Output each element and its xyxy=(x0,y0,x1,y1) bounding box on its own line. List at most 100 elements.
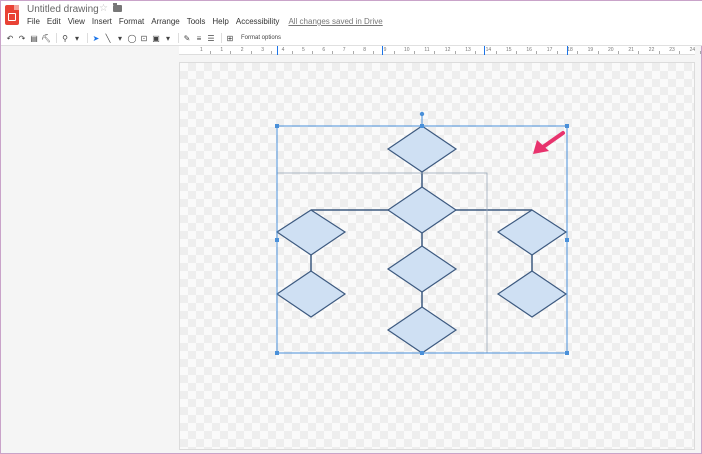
menu-arrange[interactable]: Arrange xyxy=(151,17,179,26)
shape-icon[interactable]: ◯ xyxy=(127,33,137,44)
resize-handle-ne[interactable] xyxy=(565,124,569,128)
resize-handle-n[interactable] xyxy=(420,124,424,128)
ruler-tick xyxy=(210,51,211,54)
ruler-tick xyxy=(250,51,252,54)
saved-status-link[interactable]: All changes saved in Drive xyxy=(288,17,382,26)
line-dash-icon[interactable]: ☰ xyxy=(206,33,216,44)
ruler-label: 2 xyxy=(240,47,244,53)
rotation-handle[interactable] xyxy=(419,111,425,117)
add-comment-icon[interactable]: ⊞ xyxy=(225,33,235,44)
resize-handle-se[interactable] xyxy=(565,351,569,355)
ruler-label: 8 xyxy=(363,47,366,53)
resize-handle-nw[interactable] xyxy=(275,124,279,128)
image-dropdown-icon[interactable]: ▾ xyxy=(163,33,173,44)
menu-bar: File Edit View Insert Format Arrange Too… xyxy=(27,17,390,26)
ruler-tick xyxy=(352,51,354,54)
ruler-label: 4 xyxy=(281,47,285,53)
ruler-label: 1 xyxy=(220,47,224,53)
ruler-label: 7 xyxy=(342,47,346,53)
ruler-tick xyxy=(597,51,599,54)
ruler-label: 1 xyxy=(200,47,203,53)
ruler-tick xyxy=(312,51,313,54)
toolbar-divider xyxy=(178,33,179,43)
ruler-tick xyxy=(638,51,640,54)
folder-icon[interactable] xyxy=(113,3,122,12)
ruler-label: 6 xyxy=(322,47,326,53)
resize-handle-e[interactable] xyxy=(565,238,569,242)
ruler-tick xyxy=(414,51,415,54)
ruler-selection-marker[interactable] xyxy=(484,46,485,55)
menu-help[interactable]: Help xyxy=(212,17,228,26)
ruler-label: 3 xyxy=(261,47,264,53)
ruler-tick xyxy=(495,51,497,54)
ruler-label: 22 xyxy=(648,47,655,53)
ruler-label: 5 xyxy=(302,47,305,53)
drawings-logo-icon[interactable] xyxy=(5,5,19,25)
ruler-tick xyxy=(658,51,660,54)
ruler-tick xyxy=(475,51,477,54)
menu-format[interactable]: Format xyxy=(119,17,144,26)
ruler-tick xyxy=(271,51,273,54)
ruler-selection-marker[interactable] xyxy=(382,46,383,55)
menu-file[interactable]: File xyxy=(27,17,40,26)
print-icon[interactable]: ▤ xyxy=(29,33,39,44)
ruler-selection-marker[interactable] xyxy=(277,46,278,55)
ruler-label: 21 xyxy=(628,47,634,53)
menu-accessibility[interactable]: Accessibility xyxy=(236,17,280,26)
ruler-label: 24 xyxy=(689,47,696,53)
toolbar-divider xyxy=(56,33,57,43)
line-dropdown-icon[interactable]: ▾ xyxy=(115,33,125,44)
ruler-label: 11 xyxy=(424,47,430,53)
ruler-label: 10 xyxy=(404,47,410,53)
toolbar-divider xyxy=(221,33,222,43)
document-title[interactable]: Untitled drawing xyxy=(27,4,99,15)
ruler-tick xyxy=(516,51,517,54)
menu-tools[interactable]: Tools xyxy=(187,17,206,26)
paint-format-icon[interactable]: ⛏ xyxy=(41,33,51,44)
ruler-tick xyxy=(618,51,619,54)
ruler-tick xyxy=(230,51,232,54)
ruler-label: 9 xyxy=(383,47,387,53)
ruler-label: 16 xyxy=(526,47,532,53)
ruler-label: 18 xyxy=(567,47,573,53)
ruler-label: 19 xyxy=(587,47,594,53)
ruler-tick xyxy=(699,51,701,54)
line-weight-icon[interactable]: ≡ xyxy=(194,33,204,44)
menu-view[interactable]: View xyxy=(68,17,85,26)
ruler-tick xyxy=(679,51,681,54)
ruler-selection-marker[interactable] xyxy=(567,46,568,55)
line-color-icon[interactable]: ✎ xyxy=(182,33,192,44)
format-options-button[interactable]: Format options xyxy=(241,35,281,41)
ruler-tick xyxy=(393,51,395,54)
resize-handle-sw[interactable] xyxy=(275,351,279,355)
ruler-label: 14 xyxy=(485,47,492,53)
ruler-tick xyxy=(291,51,293,54)
redo-icon[interactable]: ↷ xyxy=(17,33,27,44)
ruler-label: 15 xyxy=(506,47,512,53)
text-box-icon[interactable]: ⊡ xyxy=(139,33,149,44)
ruler-tick xyxy=(332,51,334,54)
resize-handle-s[interactable] xyxy=(420,351,424,355)
ruler-label: 12 xyxy=(444,47,451,53)
menu-insert[interactable]: Insert xyxy=(92,17,112,26)
ruler-tick xyxy=(556,51,558,54)
ruler-label: 17 xyxy=(546,47,553,53)
zoom-icon[interactable]: ⚲ xyxy=(60,33,70,44)
star-icon[interactable]: ☆ xyxy=(99,3,108,14)
horizontal-ruler[interactable]: 1 1 2 3 4 5 6 7 8 9 10 11 12 13 14 15 16 17 18 19 20 21 22 23 24… xyxy=(179,46,701,55)
zoom-dropdown-icon[interactable]: ▾ xyxy=(72,33,82,44)
ruler-tick xyxy=(454,51,456,54)
ruler-tick xyxy=(577,51,579,54)
image-icon[interactable]: ▣ xyxy=(151,33,161,44)
ruler-label: 13 xyxy=(465,47,471,53)
undo-icon[interactable]: ↶ xyxy=(5,33,15,44)
resize-handle-w[interactable] xyxy=(275,238,279,242)
ruler-label: 20 xyxy=(608,47,614,53)
line-icon[interactable]: ╲ xyxy=(103,33,113,44)
menu-edit[interactable]: Edit xyxy=(47,17,61,26)
ruler-label: 23 xyxy=(669,47,675,53)
ruler-tick xyxy=(434,51,436,54)
title-bar: Untitled drawing ☆ File Edit View Insert… xyxy=(1,1,702,31)
toolbar-divider xyxy=(87,33,88,43)
select-icon[interactable]: ➤ xyxy=(91,33,101,44)
